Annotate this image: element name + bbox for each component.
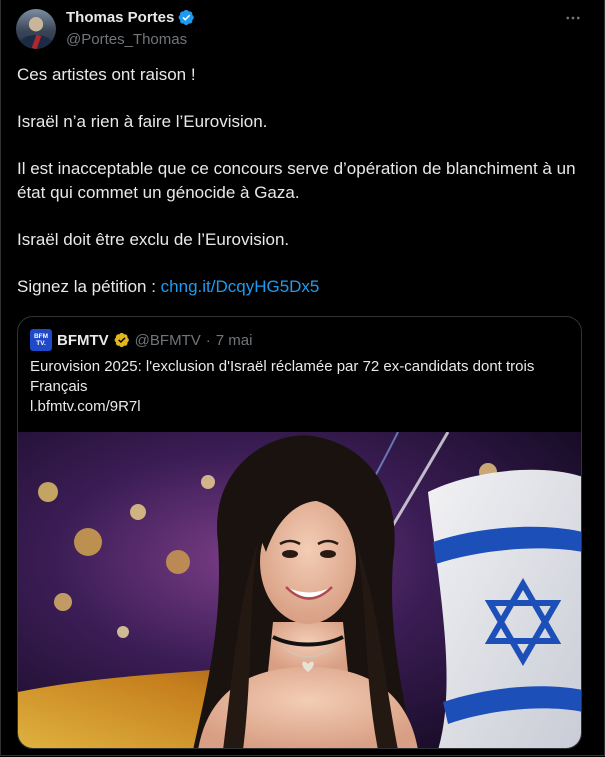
quoted-headline: Eurovision 2025: l'exclusion d'Israël ré… <box>30 358 535 395</box>
meta-separator: · <box>205 331 211 349</box>
tweet-line: Israël doit être exclu de l’Eurovision. <box>17 229 290 249</box>
tweet-line: Ces artistes ont raison ! <box>17 65 196 84</box>
verified-badge-icon <box>178 9 195 26</box>
bfmtv-logo[interactable]: BFM TV. <box>30 329 52 351</box>
quoted-media-image[interactable] <box>18 432 581 748</box>
tweet-line: Il est inacceptable que ce concours serv… <box>17 159 576 202</box>
quoted-header: BFM TV. BFMTV @BFMTV · 7 mai <box>30 329 252 351</box>
petition-line: Signez la pétition : chng.it/DcqyHG5Dx5 <box>17 275 587 299</box>
quoted-text: Eurovision 2025: l'exclusion d'Israël ré… <box>30 357 570 417</box>
quoted-link[interactable]: l.bfmtv.com/9R7l <box>30 397 570 417</box>
petition-link[interactable]: chng.it/DcqyHG5Dx5 <box>161 277 320 296</box>
tweet-line: Israël n’a rien à faire l’Eurovision. <box>17 112 268 131</box>
tweet-text: Ces artistes ont raison ! Israël n’a rie… <box>17 63 587 298</box>
author-name-row: Thomas Portes <box>66 9 195 26</box>
quoted-tweet[interactable]: BFM TV. BFMTV @BFMTV · 7 mai Eurovision … <box>17 316 582 749</box>
author-avatar[interactable] <box>16 9 56 49</box>
verified-gold-badge-icon <box>114 332 129 348</box>
author-handle[interactable]: @Portes_Thomas <box>66 31 187 48</box>
author-name[interactable]: Thomas Portes <box>66 9 174 26</box>
quoted-name[interactable]: BFMTV <box>57 332 109 349</box>
more-horizontal-icon[interactable] <box>561 9 585 29</box>
petition-label: Signez la pétition : <box>17 276 161 296</box>
quoted-date: 7 mai <box>215 331 253 349</box>
quoted-handle: @BFMTV <box>134 331 201 349</box>
